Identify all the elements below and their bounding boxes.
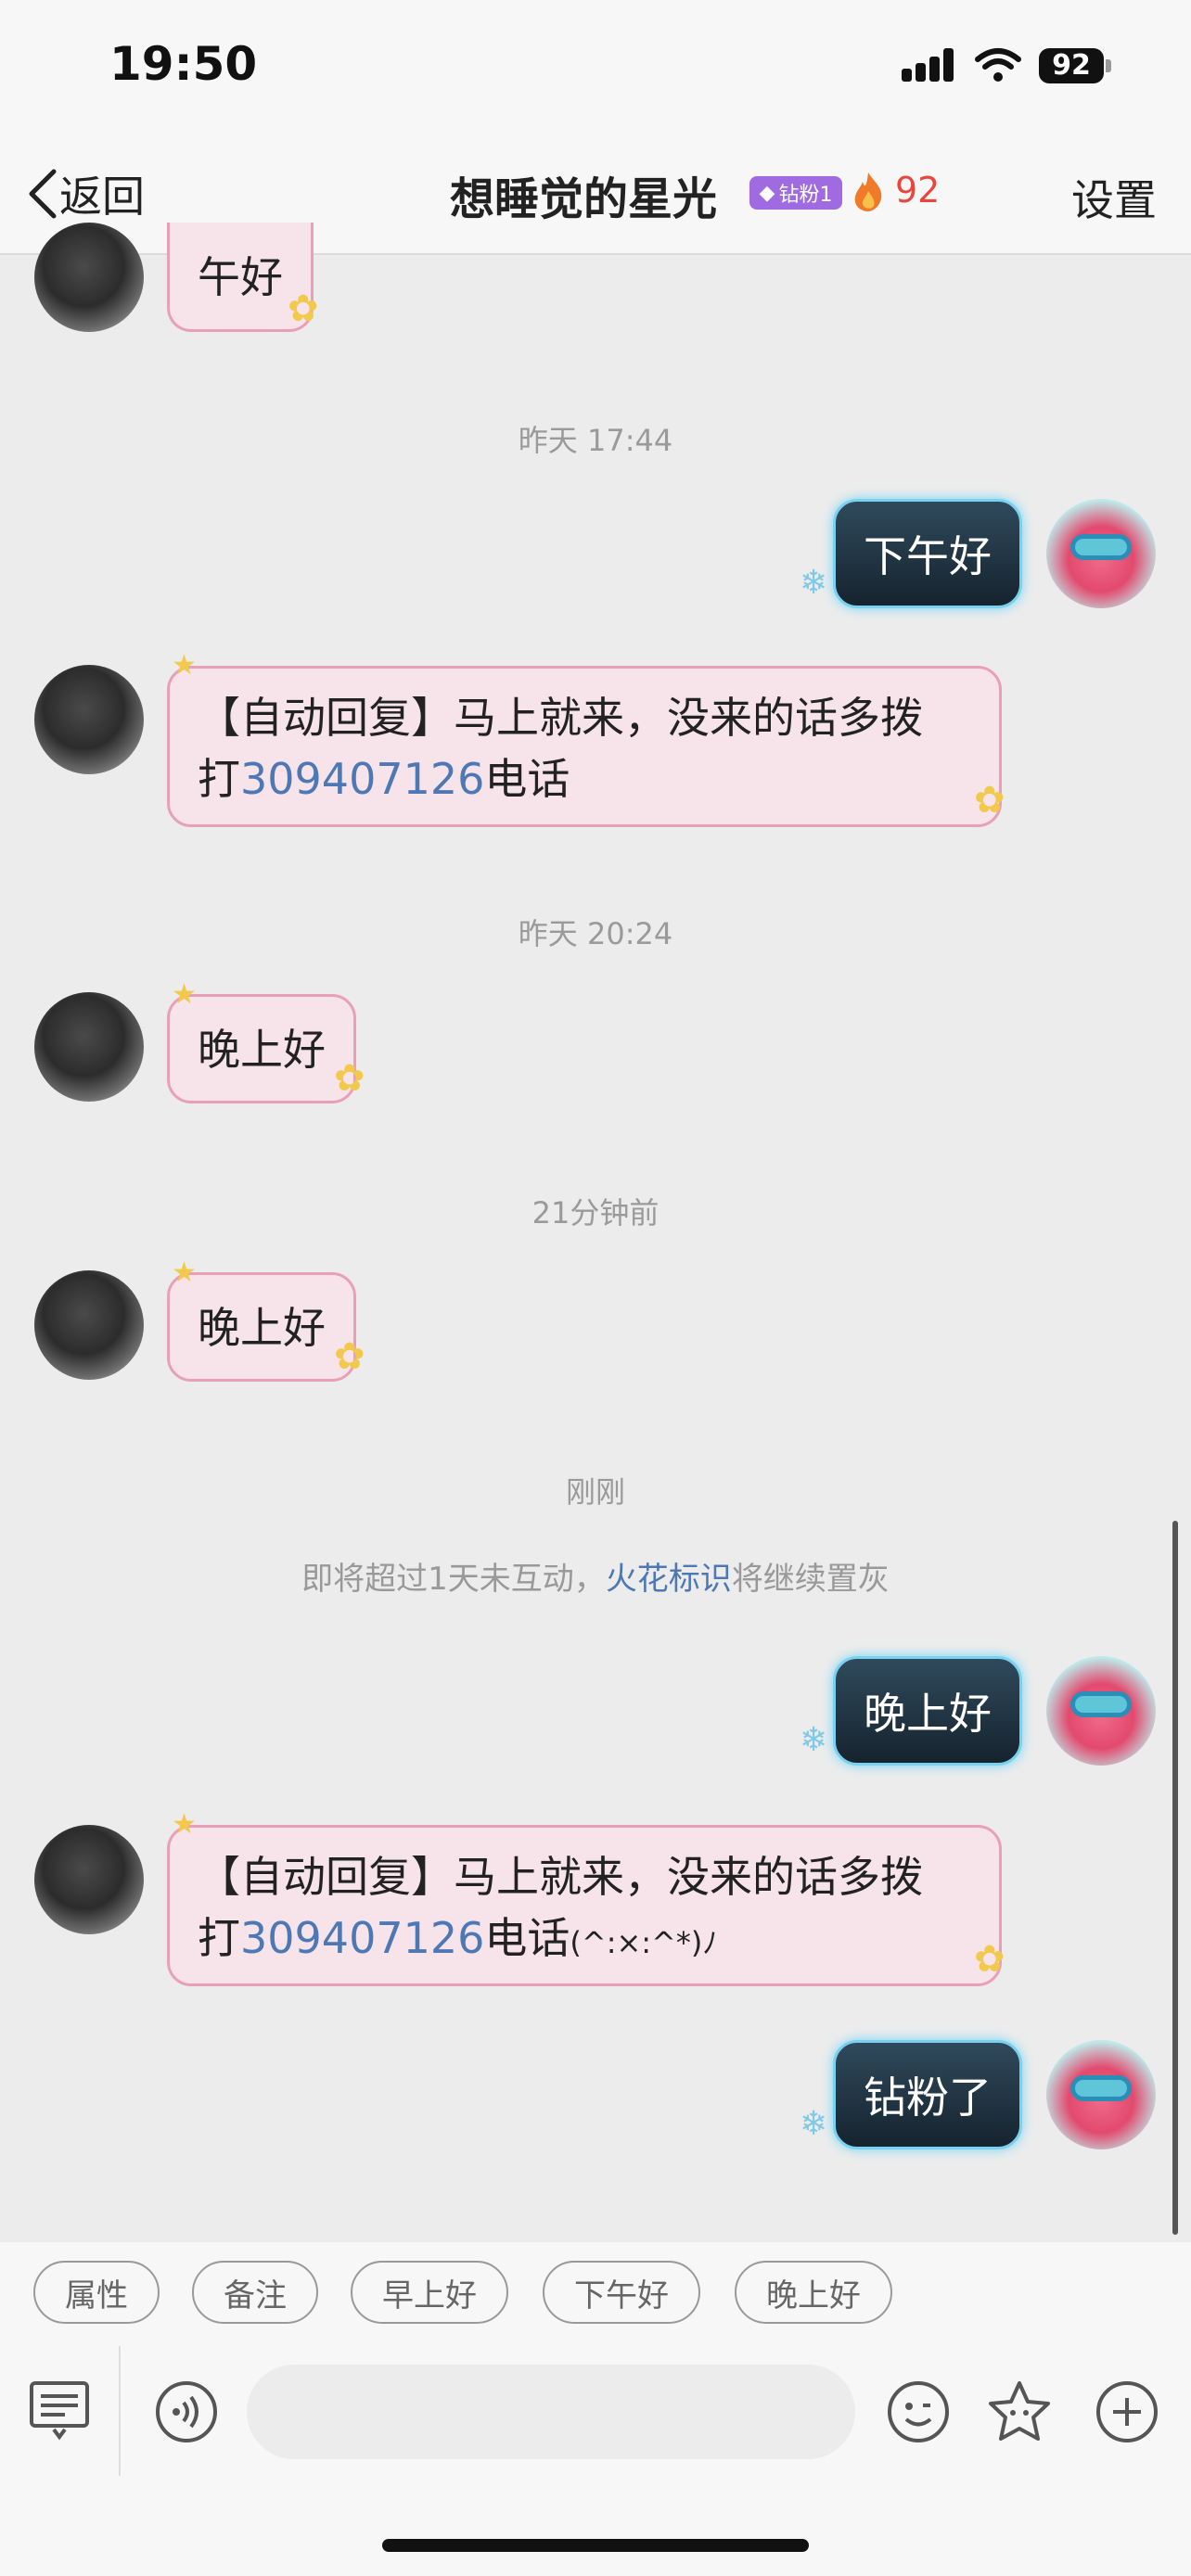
phone-number-link[interactable]: 309407126: [240, 1913, 484, 1963]
quick-reply-chip[interactable]: 晚上好: [735, 2261, 892, 2324]
timestamp: 21分钟前: [531, 1195, 660, 1231]
back-label: 返回: [59, 172, 145, 222]
timestamp: 昨天 17:44: [518, 423, 673, 458]
avatar[interactable]: [34, 992, 144, 1102]
voice-icon[interactable]: [154, 2379, 219, 2444]
message-line: 打309407126电话: [198, 748, 971, 810]
message-line: 打309407126电话(^:×:^*)ﾉ: [198, 1907, 971, 1973]
message-bubble-right[interactable]: 晚上好: [833, 1656, 1022, 1766]
notice-text: 即将超过1天未互动，: [301, 1561, 606, 1598]
diamond-icon: ◆: [759, 181, 775, 205]
scrollbar[interactable]: [1172, 1521, 1178, 2235]
avatar[interactable]: [34, 223, 144, 332]
sticker-star-icon[interactable]: [985, 2378, 1054, 2446]
goggle-icon: [1070, 2075, 1132, 2101]
gift-star-icon: ✿: [974, 1938, 1005, 1981]
star-icon: ★: [172, 1256, 197, 1289]
message-text: 打: [198, 754, 240, 804]
message-text: 电话: [484, 754, 570, 804]
crystal-icon: ❄: [800, 1721, 828, 1759]
quick-reply-chip[interactable]: 下午好: [543, 2261, 700, 2324]
message-text: 午好: [198, 252, 283, 302]
gift-star-icon: ✿: [334, 1057, 365, 1100]
avatar[interactable]: [34, 1825, 144, 1934]
crystal-icon: ❄: [800, 2105, 828, 2143]
avatar[interactable]: [1046, 1656, 1156, 1766]
avatar[interactable]: [34, 1270, 144, 1380]
star-icon: ★: [172, 1808, 197, 1841]
menu-keyboard-icon[interactable]: [28, 2378, 91, 2441]
message-text: 打: [198, 1913, 240, 1963]
gift-star-icon: ✿: [974, 779, 1005, 822]
message-input[interactable]: [247, 2365, 855, 2459]
spark-mark-link[interactable]: 火花标识: [606, 1561, 732, 1598]
divider: [119, 2346, 121, 2476]
timestamp: 昨天 20:24: [518, 916, 673, 951]
star-icon: ★: [172, 978, 197, 1011]
phone-number-link[interactable]: 309407126: [240, 754, 484, 804]
home-indicator: [382, 2539, 809, 2552]
fire-count: 92: [895, 170, 941, 210]
star-icon: ★: [172, 649, 197, 682]
gift-star-icon: ✿: [334, 1335, 365, 1378]
wifi-icon: [975, 48, 1021, 82]
message-bubble-right[interactable]: 下午好: [833, 499, 1022, 608]
avatar[interactable]: [34, 665, 144, 774]
emoji-icon[interactable]: [886, 2379, 951, 2444]
message-text: 下午好: [864, 531, 992, 581]
signal-icon: [902, 48, 957, 82]
message-text: 晚上好: [198, 1303, 326, 1353]
quick-reply-chip[interactable]: 早上好: [351, 2261, 508, 2324]
crystal-icon: ❄: [800, 564, 828, 602]
message-bubble-right[interactable]: 钻粉了: [833, 2040, 1022, 2149]
chat-title: 想睡觉的星光: [450, 173, 718, 225]
back-button[interactable]: 返回: [26, 163, 145, 224]
message-text: 钻粉了: [864, 2072, 992, 2123]
message-bubble-left[interactable]: 【自动回复】马上就来，没来的话多拨 打309407126电话: [167, 666, 1002, 827]
settings-button[interactable]: 设置: [1071, 167, 1157, 228]
quick-reply-chip[interactable]: 备注: [192, 2261, 318, 2324]
fan-badge-label: 钻粉1: [778, 184, 833, 207]
message-bubble-left[interactable]: 【自动回复】马上就来，没来的话多拨 打309407126电话(^:×:^*)ﾉ: [167, 1825, 1002, 1986]
battery-level: 92: [1039, 48, 1104, 83]
emoticon: (^:×:^*)ﾉ: [570, 1925, 718, 1960]
message-text: 晚上好: [198, 1025, 326, 1075]
fire-icon: [854, 172, 882, 211]
goggle-icon: [1070, 534, 1132, 560]
spark-notice: 即将超过1天未互动，火花标识将继续置灰: [0, 1553, 1191, 1599]
plus-icon[interactable]: [1095, 2379, 1159, 2444]
notice-text: 将继续置灰: [731, 1561, 890, 1598]
message-text: 【自动回复】马上就来，没来的话多拨: [198, 693, 923, 743]
chevron-left-icon: [29, 169, 57, 219]
message-text: 电话: [484, 1913, 570, 1963]
avatar[interactable]: [1046, 499, 1156, 608]
status-time: 19:50: [109, 37, 258, 91]
quick-reply-chip[interactable]: 属性: [33, 2261, 160, 2324]
battery-cap: [1106, 59, 1111, 72]
message-text: 晚上好: [864, 1689, 992, 1739]
timestamp: 刚刚: [565, 1474, 625, 1510]
gift-star-icon: ✿: [288, 287, 319, 330]
avatar[interactable]: [1046, 2040, 1156, 2149]
goggle-icon: [1070, 1691, 1132, 1717]
fan-badge: ◆ 钻粉1: [749, 176, 842, 210]
message-text: 【自动回复】马上就来，没来的话多拨: [198, 1852, 923, 1902]
